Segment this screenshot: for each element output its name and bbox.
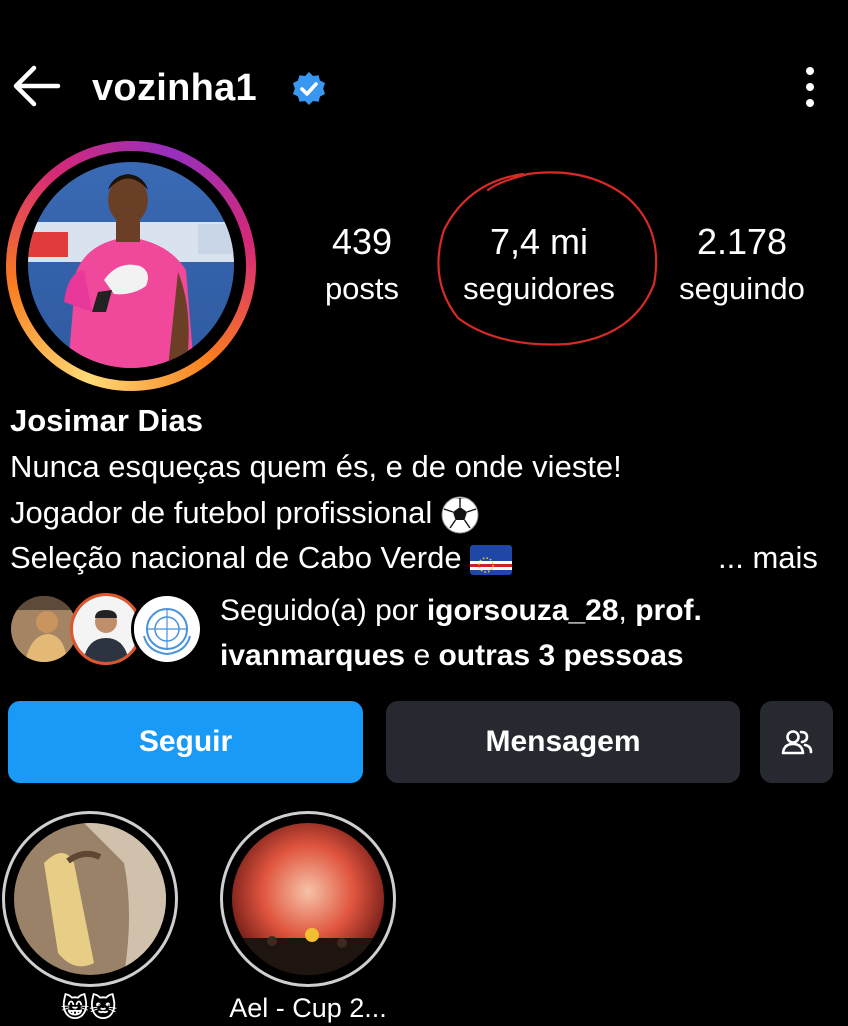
back-arrow-icon[interactable] bbox=[10, 62, 62, 110]
profile-name: Josimar Dias bbox=[10, 403, 203, 438]
profile-username: vozinha1 bbox=[92, 67, 257, 109]
following-label: seguindo bbox=[679, 271, 805, 306]
follow-button[interactable]: Seguir bbox=[8, 701, 363, 783]
stat-posts[interactable]: 439 posts bbox=[277, 220, 447, 311]
highlight-label: Ael - Cup 2... bbox=[229, 993, 387, 1023]
highlight-label: 😸🐱 bbox=[60, 993, 118, 1023]
bio-line: Jogador de futebol profissional bbox=[10, 493, 480, 535]
followed-by-others[interactable]: outras 3 pessoas bbox=[438, 639, 683, 672]
more-vertical-icon[interactable] bbox=[790, 62, 830, 112]
follower-username[interactable]: igorsouza_28 bbox=[427, 594, 619, 627]
follower-avatar bbox=[131, 593, 203, 665]
bio-line: Seleção nacional de Cabo Verde bbox=[10, 538, 512, 578]
following-count: 2.178 bbox=[696, 221, 788, 262]
stat-following[interactable]: 2.178 seguindo bbox=[657, 220, 827, 311]
suggested-people-button[interactable] bbox=[760, 701, 833, 783]
followed-by-text[interactable]: Seguido(a) por igorsouza_28, prof. ivanm… bbox=[220, 588, 840, 678]
message-button[interactable]: Mensagem bbox=[386, 701, 740, 783]
add-people-icon bbox=[781, 730, 812, 755]
story-highlight[interactable] bbox=[232, 823, 384, 975]
posts-count: 439 bbox=[331, 221, 393, 262]
verified-badge-icon bbox=[293, 72, 325, 105]
soccer-ball-icon bbox=[441, 496, 479, 534]
cape-verde-flag-icon bbox=[469, 544, 512, 575]
posts-label: posts bbox=[324, 271, 400, 306]
story-highlight[interactable] bbox=[14, 823, 166, 975]
bio-line: Nunca esqueças quem és, e de onde vieste… bbox=[10, 449, 622, 484]
profile-avatar[interactable] bbox=[28, 162, 234, 368]
red-annotation-circle bbox=[437, 171, 658, 346]
bio-more-link[interactable]: ... mais bbox=[718, 538, 818, 578]
